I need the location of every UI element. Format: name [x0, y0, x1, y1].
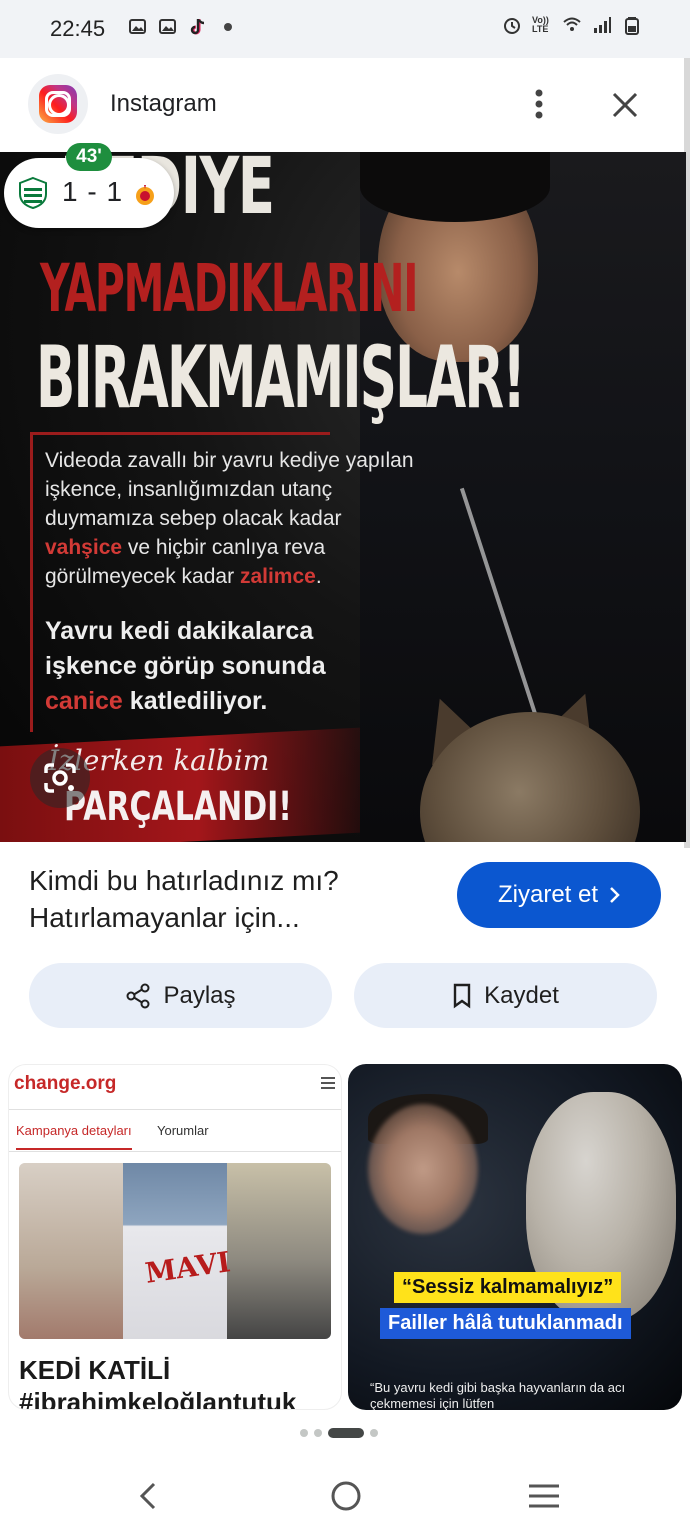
match-score: 1 - 1 — [62, 176, 124, 207]
carousel-pager — [300, 1428, 378, 1438]
headline-sticker: Failler hâlâ tutuklanmadı — [380, 1308, 631, 1339]
save-button[interactable]: Kaydet — [354, 963, 657, 1028]
result-caption: Kimdi bu hatırladınız mı? Hatırlamayanla… — [29, 865, 339, 933]
team-crest-icon — [136, 185, 154, 205]
gallery-icon — [159, 19, 176, 34]
share-button[interactable]: Paylaş — [29, 963, 332, 1028]
status-notification-icons — [128, 17, 238, 37]
bookmark-icon — [453, 983, 471, 1008]
home-icon — [331, 1481, 361, 1511]
quote-sticker: “Sessiz kalmamalıyız” — [394, 1272, 622, 1303]
blurred-face — [368, 1104, 478, 1234]
instagram-logo — [28, 74, 88, 134]
recents-button[interactable] — [524, 1476, 564, 1516]
para-text: Yavru kedi dakikalarca işkence görüp son… — [45, 617, 326, 680]
hero-paragraph-1: Videoda zavallı bir yavru kediye yapılan… — [45, 446, 415, 591]
hamburger-icon — [321, 1077, 335, 1089]
visit-button[interactable]: Ziyaret et — [457, 862, 661, 928]
network-label: Vo)) LTE — [532, 15, 549, 34]
close-button[interactable] — [604, 84, 646, 126]
para-highlight: zalimce — [239, 565, 316, 588]
more-options-button[interactable] — [522, 84, 556, 124]
para-text: katlediliyor. — [122, 687, 268, 715]
related-result-card[interactable]: change.org Kampanya detayları Yorumlar M… — [8, 1064, 342, 1410]
related-result-card[interactable]: “Sessiz kalmamalıyız” Failler hâlâ tutuk… — [348, 1064, 682, 1410]
dot-icon — [224, 23, 232, 31]
back-icon — [139, 1482, 156, 1510]
team-crest-icon — [19, 176, 47, 210]
pager-dot — [300, 1429, 308, 1437]
para-text: Videoda zavallı bir yavru kediye yapılan… — [45, 449, 414, 530]
status-time: 22:45 — [50, 16, 106, 41]
divider — [9, 1109, 341, 1110]
alarm-icon — [504, 18, 520, 34]
photo-injured-kitten — [19, 1163, 123, 1339]
gallery-icon — [129, 19, 146, 34]
home-button[interactable] — [326, 1476, 366, 1516]
para-highlight: vahşice — [45, 536, 123, 559]
more-vertical-icon — [535, 89, 543, 119]
result-image[interactable]: KEDIYE YAPMADIKLARINI BIRAKMAMIŞLAR! Vid… — [0, 152, 686, 842]
lens-button[interactable] — [30, 748, 90, 808]
shout-caption: PARÇALANDI! — [64, 784, 292, 830]
card-hashtag: #ibrahimkeloğlantutuk — [19, 1387, 297, 1410]
status-bar: 22:45 Vo)) LTE — [0, 0, 690, 58]
red-rule — [30, 432, 330, 435]
app-title: Instagram — [110, 90, 217, 117]
save-button-label: Kaydet — [484, 981, 559, 1009]
person-hair — [360, 152, 550, 222]
para-highlight: canice — [45, 687, 123, 715]
card-photo-collage: MAVI — [19, 1163, 331, 1339]
headline-line-2: YAPMADIKLARINI — [40, 250, 419, 327]
close-icon — [612, 92, 638, 118]
back-button[interactable] — [130, 1476, 166, 1516]
system-nav-bar — [0, 1460, 690, 1533]
app-header: Instagram — [0, 58, 690, 152]
pager-dot-active — [328, 1428, 364, 1438]
match-minute: 43' — [66, 143, 112, 171]
pager-dot — [314, 1429, 322, 1437]
headline-line-3: BIRAKMAMIŞLAR! — [36, 328, 526, 428]
instagram-icon — [39, 85, 77, 123]
wifi-icon — [563, 17, 581, 31]
chevron-right-icon — [610, 887, 620, 903]
lens-icon — [44, 763, 76, 793]
card-quote: “Bu yavru kedi gibi başka hayvanların da… — [370, 1380, 626, 1410]
visit-button-label: Ziyaret et — [497, 881, 599, 908]
red-rule — [30, 432, 33, 732]
divider — [9, 1151, 341, 1152]
para-text: . — [315, 565, 322, 588]
signal-icon — [594, 17, 611, 33]
tab-comments: Yorumlar — [157, 1123, 209, 1138]
battery-icon — [625, 17, 639, 35]
photo-cat — [227, 1163, 331, 1339]
share-icon — [126, 983, 150, 1008]
tab-campaign-details: Kampanya detayları — [16, 1123, 132, 1150]
site-logo: change.org — [14, 1073, 117, 1094]
status-system-icons: Vo)) LTE — [502, 15, 642, 35]
share-button-label: Paylaş — [163, 981, 236, 1009]
card-title: KEDİ KATİLİ — [19, 1355, 171, 1385]
pager-dot — [370, 1429, 378, 1437]
recents-icon — [529, 1484, 559, 1508]
hero-paragraph-2: Yavru kedi dakikalarca işkence görüp son… — [45, 614, 375, 719]
tiktok-icon — [190, 19, 205, 35]
